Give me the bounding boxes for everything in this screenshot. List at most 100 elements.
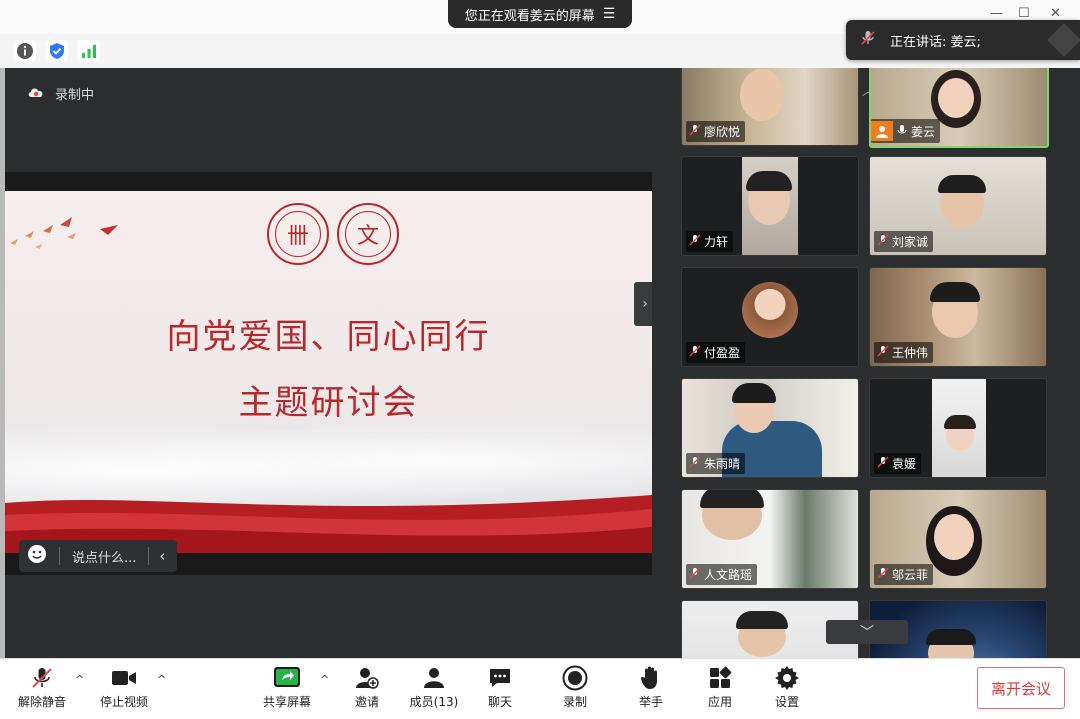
stop-video-button[interactable]: 停止视频 (94, 665, 154, 710)
mic-off-icon (877, 567, 889, 582)
participant-name-tag: 付盈盈 (686, 342, 746, 363)
hand-icon (637, 665, 665, 691)
person-hair (944, 415, 976, 429)
close-icon[interactable]: ✕ (1050, 6, 1061, 21)
participant-name: 付盈盈 (704, 346, 741, 360)
meeting-controls: 解除静音 ^ 停止视频 ^ 共享屏幕 ^ 邀请 成员(13) 聊天 录制 举手 … (0, 658, 1080, 719)
record-icon (561, 665, 589, 691)
raise-hand-label: 举手 (638, 695, 663, 709)
host-icon (871, 121, 893, 141)
participant-name: 姜云 (911, 124, 936, 139)
invite-button[interactable]: 邀请 (337, 665, 397, 710)
apps-label: 应用 (707, 695, 732, 709)
leave-meeting-button[interactable]: 离开会议 (977, 667, 1065, 709)
mic-off-icon (28, 665, 56, 691)
participant-tile-3[interactable]: 刘家诚 (869, 156, 1047, 256)
slide-title-line1: 向党爱国、同心同行 (166, 317, 491, 357)
audio-options-caret[interactable]: ^ (75, 673, 84, 686)
add-user-icon (353, 665, 381, 691)
participant-tile-1[interactable]: 姜云 (869, 68, 1049, 148)
stop-video-label: 停止视频 (99, 695, 148, 709)
participant-gallery: ︿ 廖欣悦 姜云 力轩 刘家诚 付盈盈 王仲伟 朱雨晴 袁媛 人文路瑶 邬云菲 … (652, 68, 1080, 658)
mic-off-icon (689, 345, 701, 360)
participant-name-tag: 力轩 (686, 231, 734, 252)
shield-icon[interactable] (46, 40, 68, 62)
minimize-icon[interactable]: — (990, 6, 1003, 21)
person-silhouette (934, 514, 974, 560)
settings-button[interactable]: 设置 (757, 665, 817, 710)
mic-off-icon (689, 456, 701, 471)
birds-decoration (10, 217, 118, 249)
participant-tile-7[interactable]: 袁媛 (869, 378, 1047, 478)
person-face (938, 78, 974, 118)
participant-tile-5[interactable]: 王仲伟 (869, 267, 1047, 367)
participant-name-tag: 人文路瑶 (686, 564, 758, 585)
person-hair (746, 171, 792, 191)
quick-chat-bar[interactable]: 说点什么... ‹ (19, 540, 177, 572)
viewing-banner-text: 您正在观看姜云的屏幕 (464, 8, 595, 24)
person-hair (926, 629, 976, 645)
mic-off-icon (860, 30, 876, 50)
chat-button[interactable]: 聊天 (470, 665, 530, 710)
share-screen-icon (273, 665, 301, 691)
participant-tile-2[interactable]: 力轩 (681, 156, 859, 256)
share-options-caret[interactable]: ^ (320, 673, 329, 686)
presentation-slide: 卌 文 向党爱国、同心同行 主题研讨会 (5, 191, 652, 553)
chevron-left-icon[interactable]: ‹ (159, 547, 165, 565)
chevron-right-icon[interactable]: › (642, 296, 648, 312)
participant-name: 人文路瑶 (704, 568, 753, 582)
members-label: 成员(13) (409, 695, 459, 709)
participant-tile-4[interactable]: 付盈盈 (681, 267, 859, 367)
apps-grid-icon (706, 665, 734, 691)
participant-name-tag: 姜云 (871, 119, 941, 143)
participant-name: 朱雨晴 (704, 457, 741, 471)
scroll-down-button[interactable]: ﹀ (826, 620, 908, 644)
chat-input[interactable]: 说点什么... (72, 547, 136, 566)
person-hair (938, 175, 986, 193)
chat-bubble-icon (486, 665, 514, 691)
apps-button[interactable]: 应用 (690, 665, 750, 710)
participant-tile-0[interactable]: 廖欣悦 (681, 68, 859, 146)
participant-name-tag: 邬云菲 (874, 564, 934, 585)
participant-name: 力轩 (704, 235, 729, 249)
share-screen-button[interactable]: 共享屏幕 (257, 665, 317, 710)
participant-name: 王仲伟 (892, 346, 929, 360)
participant-name: 袁媛 (892, 457, 917, 471)
video-options-caret[interactable]: ^ (157, 673, 166, 686)
menu-icon[interactable]: ☰ (603, 6, 616, 22)
participant-tile-6[interactable]: 朱雨晴 (681, 378, 859, 478)
recording-label: 录制中 (55, 88, 95, 103)
participant-name-tag: 袁媛 (874, 453, 922, 474)
signal-strength-icon[interactable] (78, 40, 100, 62)
mic-off-icon (689, 567, 701, 582)
maximize-icon[interactable]: ☐ (1018, 6, 1030, 21)
participant-name: 邬云菲 (892, 568, 929, 582)
members-button[interactable]: 成员(13) (404, 665, 464, 710)
profile-avatar (742, 282, 798, 338)
gear-icon (773, 665, 801, 691)
recording-indicator: 录制中 (27, 84, 94, 103)
emoji-icon[interactable] (27, 544, 47, 568)
invite-label: 邀请 (354, 695, 379, 709)
chat-label: 聊天 (487, 695, 512, 709)
record-button[interactable]: 录制 (545, 665, 605, 710)
participant-tile-8[interactable]: 人文路瑶 (681, 489, 859, 589)
chat-divider (59, 547, 60, 565)
person-hair (700, 490, 764, 508)
participant-name: 廖欣悦 (704, 125, 741, 139)
participant-name-tag: 刘家诚 (874, 231, 934, 252)
unmute-button[interactable]: 解除静音 (12, 665, 72, 710)
participant-tile-9[interactable]: 邬云菲 (869, 489, 1047, 589)
viewing-banner[interactable]: 您正在观看姜云的屏幕 ☰ (448, 0, 632, 28)
info-icon[interactable] (14, 40, 36, 62)
mic-on-icon (896, 124, 908, 139)
collapse-handle[interactable] (1047, 23, 1080, 57)
chat-divider-2 (148, 547, 150, 565)
chevron-down-icon[interactable]: ﹀ (860, 622, 874, 642)
mic-off-icon (877, 345, 889, 360)
raise-hand-button[interactable]: 举手 (621, 665, 681, 710)
active-speaker-indicator: 正在讲话: 姜云; (846, 20, 1080, 60)
unmute-label: 解除静音 (17, 695, 66, 709)
college-logo: 文 (337, 203, 399, 265)
users-icon (420, 665, 448, 691)
